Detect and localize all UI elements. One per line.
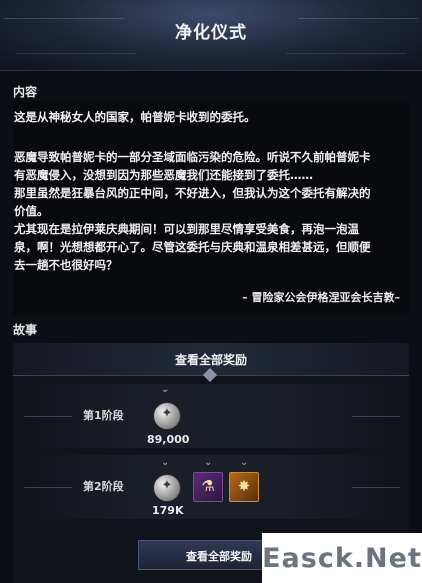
chevron-down-icon: ⌄ bbox=[161, 384, 170, 395]
stage-row-1 bbox=[24, 384, 400, 448]
purple-flask-item-icon[interactable]: ⚗ bbox=[193, 472, 223, 502]
watermark: Easck.Net bbox=[262, 533, 422, 583]
stage-2-amount: 179K bbox=[152, 504, 184, 517]
content-paragraph-2: 恶魔导致帕普妮卡的一部分圣域面临污染的危险。听说不久前帕普妮卡 有恶魔侵入，没想… bbox=[14, 150, 371, 272]
stage-label-2: 第2阶段 bbox=[83, 480, 124, 493]
stage-label-1: 第1阶段 bbox=[83, 409, 124, 422]
silver-coin-icon[interactable] bbox=[153, 402, 181, 430]
view-all-rewards-header[interactable]: 查看全部奖励 bbox=[13, 343, 409, 383]
divider-left bbox=[24, 416, 72, 417]
star-icon: ✸ bbox=[237, 477, 251, 495]
orange-star-item-icon[interactable]: ✸ bbox=[229, 472, 259, 502]
divider-left bbox=[24, 487, 72, 488]
chevron-down-icon: ⌄ bbox=[161, 457, 170, 468]
silver-coin-icon[interactable] bbox=[153, 474, 181, 502]
content-paragraph-1: 这是从神秘女人的国家，帕普妮卡收到的委托。 bbox=[14, 110, 256, 124]
content-section-label: 内容 bbox=[13, 85, 38, 99]
signature: – 冒险家公会伊格涅亚会长吉敦– bbox=[242, 291, 400, 304]
chevron-down-icon: ⌄ bbox=[204, 457, 213, 468]
story-section-label: 故事 bbox=[13, 323, 38, 337]
rewards-header-label: 查看全部奖励 bbox=[174, 353, 247, 367]
chevron-down-icon: ⌄ bbox=[240, 457, 249, 468]
divider-right bbox=[352, 416, 400, 417]
flask-icon: ⚗ bbox=[201, 477, 215, 495]
divider-right bbox=[352, 487, 400, 488]
page-title: 净化仪式 bbox=[175, 23, 247, 43]
stage-1-amount: 89,000 bbox=[147, 433, 190, 446]
